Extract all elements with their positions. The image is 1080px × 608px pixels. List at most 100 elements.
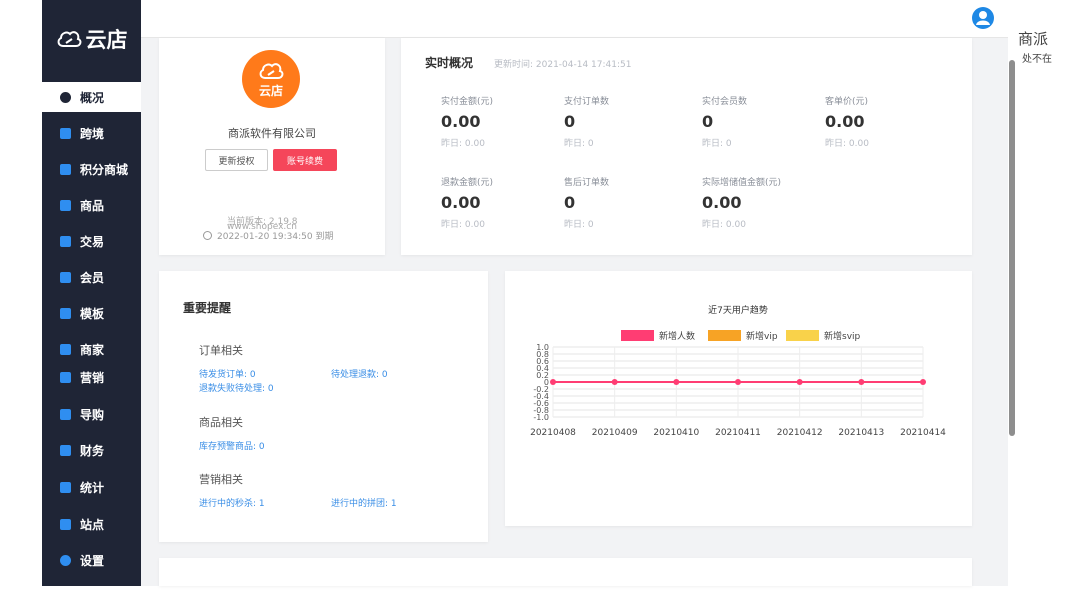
reminders-card: 重要提醒 订单相关 待发货订单: 0 待处理退款: 0 退款失败待处理: 0 商… bbox=[159, 271, 488, 542]
sidebar-item-label: 会员 bbox=[80, 270, 105, 285]
store-icon bbox=[60, 343, 71, 355]
metric-value: 0 bbox=[564, 193, 576, 212]
user-avatar-icon[interactable] bbox=[972, 7, 994, 29]
vertical-scrollbar[interactable] bbox=[1009, 60, 1015, 436]
refund-failed-link[interactable]: 退款失败待处理: 0 bbox=[199, 381, 274, 394]
globe-icon bbox=[60, 127, 71, 139]
metric-yesterday: 昨日: 0.00 bbox=[702, 220, 746, 230]
profile-card: 云店 商派软件有限公司 更新授权 账号续费 当前版本: 2.19.8 www.s… bbox=[159, 38, 385, 255]
x-tick-label: 20210413 bbox=[838, 428, 884, 438]
trade-icon bbox=[60, 235, 71, 247]
x-tick-label: 20210412 bbox=[777, 428, 823, 438]
company-name: 商派软件有限公司 bbox=[228, 127, 316, 140]
store-logo-text: 云店 bbox=[258, 83, 283, 98]
x-tick-label: 20210411 bbox=[715, 428, 761, 438]
pending-ship-link[interactable]: 待发货订单: 0 bbox=[199, 367, 256, 380]
legend-label: 新增vip bbox=[746, 330, 778, 342]
y-tick-label: -1.0 bbox=[533, 413, 549, 422]
user-trend-card: 近7天用户趋势 新增人数 新增vip 新增svip 1.0 0.8 0.6 0.4 0.2 0 -0… bbox=[505, 271, 972, 526]
data-point bbox=[550, 379, 556, 385]
sidebar-item-8[interactable]: 营销 bbox=[42, 362, 141, 392]
user-trend-chart: 近7天用户趋势新增人数 新增vip 新增svip1.00.80.60.40.20-0… bbox=[530, 304, 946, 438]
chart-title: 近7天用户趋势 bbox=[708, 304, 768, 316]
chart-icon bbox=[60, 481, 71, 493]
legend-swatch bbox=[621, 330, 654, 341]
metric-value: 0.00 bbox=[441, 193, 481, 212]
reminders-title: 重要提醒 bbox=[183, 301, 232, 315]
sidebar-item-label: 概况 bbox=[80, 90, 105, 105]
metric-yesterday: 昨日: 0.00 bbox=[441, 220, 485, 230]
metric-label: 售后订单数 bbox=[564, 178, 610, 188]
store-logo: 云店 bbox=[242, 50, 300, 108]
finance-icon bbox=[60, 444, 71, 456]
brand-name: 云店 bbox=[85, 28, 128, 52]
expiry-info: 2022-01-20 19:34:50 到期 bbox=[203, 229, 333, 242]
sidebar-item-13[interactable]: 设置 bbox=[42, 545, 141, 575]
sidebar-item-label: 财务 bbox=[80, 443, 105, 458]
group-buy-link[interactable]: 进行中的拼团: 1 bbox=[331, 496, 397, 509]
sidebar-item-1[interactable]: 跨境 bbox=[42, 118, 141, 148]
sidebar-item-11[interactable]: 统计 bbox=[42, 472, 141, 502]
goods-section-title: 商品相关 bbox=[199, 416, 243, 429]
sidebar-item-label: 营销 bbox=[80, 370, 105, 385]
metric-label: 实际增储值金额(元) bbox=[702, 178, 782, 188]
sidebar-item-10[interactable]: 财务 bbox=[42, 435, 141, 465]
legend-label: 新增人数 bbox=[659, 330, 695, 342]
sidebar-item-label: 导购 bbox=[80, 407, 105, 422]
sidebar-item-label: 跨境 bbox=[80, 126, 105, 141]
pending-refund-link[interactable]: 待处理退款: 0 bbox=[331, 367, 388, 380]
diamond-icon bbox=[60, 271, 71, 283]
metric-label: 退款金额(元) bbox=[441, 178, 494, 188]
sidebar-item-3[interactable]: 商品 bbox=[42, 190, 141, 220]
sidebar-item-label: 统计 bbox=[80, 480, 105, 495]
right-panel-subtitle: 处不在 bbox=[1022, 54, 1052, 65]
gear-icon bbox=[60, 554, 71, 566]
metric-label: 客单价(元) bbox=[825, 97, 869, 107]
expiry-text: 2022-01-20 19:34:50 到期 bbox=[217, 232, 334, 242]
realtime-title: 实时概况 bbox=[425, 56, 474, 70]
sidebar-item-0[interactable]: 概况 bbox=[42, 82, 141, 112]
points-mall-icon bbox=[60, 163, 71, 175]
flash-sale-link[interactable]: 进行中的秒杀: 1 bbox=[199, 496, 265, 509]
order-section-title: 订单相关 bbox=[199, 344, 243, 357]
metric-label: 支付订单数 bbox=[564, 97, 610, 107]
x-tick-label: 20210410 bbox=[653, 428, 699, 438]
marketing-section-title: 营销相关 bbox=[199, 473, 243, 486]
sidebar-item-9[interactable]: 导购 bbox=[42, 399, 141, 429]
metric-yesterday: 昨日: 0 bbox=[702, 139, 732, 149]
sidebar-item-label: 商家 bbox=[80, 342, 105, 357]
sidebar-item-label: 积分商城 bbox=[80, 162, 129, 177]
data-point bbox=[796, 379, 803, 385]
update-license-button[interactable]: 更新授权 bbox=[205, 149, 268, 171]
right-panel-title-text: 商派 bbox=[1018, 30, 1049, 48]
metric-label: 实付金额(元) bbox=[441, 97, 494, 107]
sidebar-item-12[interactable]: 站点 bbox=[42, 509, 141, 539]
sidebar-item-label: 模板 bbox=[80, 306, 105, 321]
x-tick-label: 20210414 bbox=[900, 428, 946, 438]
renew-account-button[interactable]: 账号续费 bbox=[273, 149, 337, 171]
cloud-logo-icon bbox=[259, 62, 284, 79]
sidebar-item-7[interactable]: 商家 bbox=[42, 334, 141, 364]
sidebar-item-label: 站点 bbox=[80, 517, 105, 532]
update-time: 更新时间: 2021-04-14 17:41:51 bbox=[494, 60, 632, 70]
sidebar-item-label: 设置 bbox=[80, 553, 105, 568]
stock-warning-link[interactable]: 库存预警商品: 0 bbox=[199, 439, 265, 452]
sidebar-item-5[interactable]: 会员 bbox=[42, 262, 141, 292]
bag-icon bbox=[60, 199, 71, 211]
legend-label: 新增svip bbox=[824, 330, 861, 342]
x-tick-label: 20210408 bbox=[530, 428, 576, 438]
topbar bbox=[141, 0, 1008, 38]
metric-value: 0.00 bbox=[825, 112, 865, 131]
sidebar-item-4[interactable]: 交易 bbox=[42, 226, 141, 256]
brand-logo[interactable]: 云店 bbox=[42, 0, 141, 78]
metric-label: 实付会员数 bbox=[702, 97, 748, 107]
sidebar-item-2[interactable]: 积分商城 bbox=[42, 154, 141, 184]
metric-value: 0 bbox=[702, 112, 714, 131]
sidebar: 云店 概况跨境积分商城商品交易会员模板商家营销导购财务统计站点设置 bbox=[42, 0, 141, 586]
data-point bbox=[611, 379, 618, 385]
cloud-logo-icon bbox=[57, 31, 81, 47]
guide-icon bbox=[60, 408, 71, 420]
metric-value: 0.00 bbox=[702, 193, 742, 212]
sidebar-item-6[interactable]: 模板 bbox=[42, 298, 141, 328]
right-panel-title: 商派 bbox=[1018, 28, 1048, 49]
